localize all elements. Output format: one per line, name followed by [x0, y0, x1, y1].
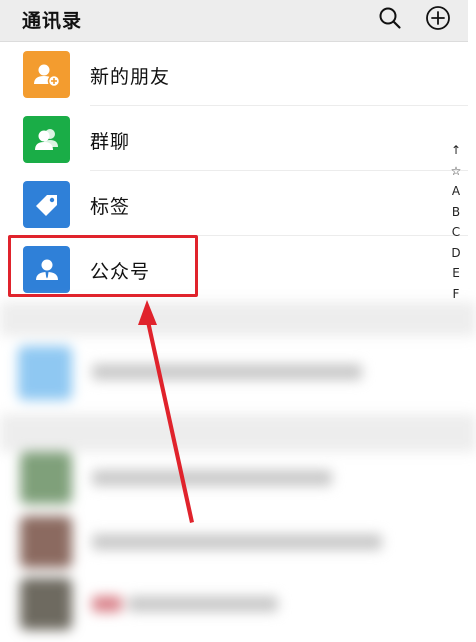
index-star[interactable]: ☆ [448, 161, 464, 182]
blurred-avatar [20, 578, 72, 630]
blurred-name [92, 364, 362, 380]
blurred-contact-list [0, 302, 476, 642]
official-accounts-tile [23, 246, 70, 293]
menu-item-label: 新的朋友 [90, 66, 171, 88]
menu-item-tags[interactable]: 标签 [4, 172, 468, 236]
menu-item-official-accounts[interactable]: 公众号 [4, 237, 468, 301]
index-letter-d[interactable]: D [448, 243, 464, 264]
add-circle-icon [426, 6, 450, 30]
menu-item-label: 标签 [90, 196, 131, 218]
blurred-avatar [18, 346, 72, 400]
index-letter-e[interactable]: E [448, 263, 464, 284]
add-button[interactable] [424, 4, 452, 32]
menu-item-new-friends[interactable]: 新的朋友 [4, 42, 468, 106]
row-divider [90, 105, 468, 106]
row-divider [90, 170, 468, 171]
section-header-blurred [0, 302, 476, 336]
tag-icon [35, 194, 57, 216]
group-chats-tile [23, 116, 70, 163]
blurred-avatar [20, 516, 72, 568]
page-title: 通讯录 [22, 10, 83, 32]
blurred-name [128, 596, 278, 612]
alphabet-index-bar[interactable]: ↑ ☆ A B C D E F [448, 140, 464, 304]
search-button[interactable] [376, 4, 404, 32]
blurred-name [92, 470, 332, 486]
tags-tile [23, 181, 70, 228]
blurred-avatar [20, 452, 72, 504]
section-header-blurred [0, 414, 476, 452]
index-letter-c[interactable]: C [448, 222, 464, 243]
menu-item-label: 公众号 [90, 261, 151, 283]
index-up-arrow[interactable]: ↑ [448, 140, 464, 161]
index-letter-a[interactable]: A [448, 181, 464, 202]
blurred-name [92, 534, 382, 550]
new-friends-tile [23, 51, 70, 98]
group-chat-icon [34, 128, 58, 150]
contacts-screen: 通讯录 新的朋友 群聊 标签 公众号 ↑ ☆ A B C D E F [0, 0, 476, 642]
official-account-icon [35, 259, 58, 280]
add-friend-icon [33, 64, 60, 87]
search-icon [379, 7, 401, 29]
index-letter-f[interactable]: F [448, 284, 464, 305]
header-bar: 通讯录 [0, 0, 468, 42]
menu-item-group-chats[interactable]: 群聊 [4, 107, 468, 171]
row-divider [90, 235, 468, 236]
index-letter-b[interactable]: B [448, 202, 464, 223]
blurred-name [92, 596, 122, 612]
menu-item-label: 群聊 [90, 131, 131, 153]
